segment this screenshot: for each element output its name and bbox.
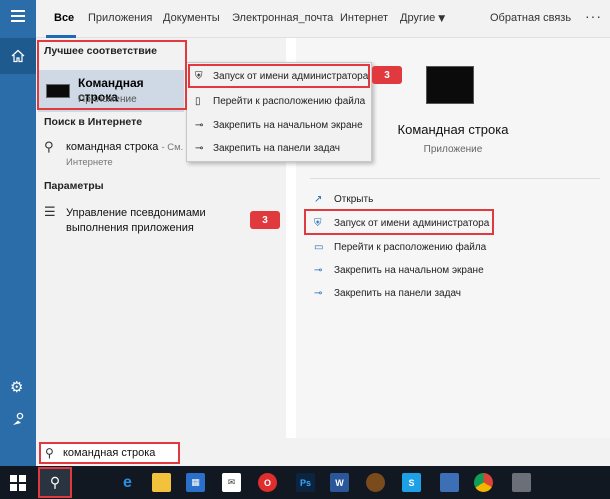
ctx-open-file-location-label: Перейти к расположению файла (213, 96, 366, 107)
pin-taskbar-icon: ⊸ (195, 143, 204, 154)
search-bar: ⚲ командная строка (36, 438, 610, 466)
start-rail: ⚙ (0, 0, 36, 466)
more-options-icon[interactable]: ··· (585, 8, 602, 24)
search-icon: ⚲ (44, 140, 54, 155)
action-pin-start-label: Закрепить на начальном экране (334, 265, 484, 276)
skype-icon[interactable]: S (402, 473, 421, 492)
app-icon-3[interactable] (512, 473, 531, 492)
search-icon: ⚲ (45, 446, 54, 460)
action-open-file-location[interactable]: ▭ Перейти к расположению файла (314, 242, 486, 253)
action-open[interactable]: ↗ Открыть (314, 194, 373, 205)
word-icon[interactable]: W (330, 473, 349, 492)
ctx-pin-start-label: Закрепить на начальном экране (213, 120, 363, 131)
tab-apps[interactable]: Приложения (88, 12, 152, 24)
tab-email[interactable]: Электронная_почта (232, 12, 333, 24)
action-pin-taskbar-label: Закрепить на панели задач (334, 288, 461, 299)
ctx-pin-start[interactable]: ⊸ Закрепить на начальном экране (195, 120, 363, 131)
pin-taskbar-icon: ⊸ (314, 288, 323, 299)
action-pin-taskbar[interactable]: ⊸ Закрепить на панели задач (314, 288, 461, 299)
tab-internet[interactable]: Интернет (340, 12, 388, 24)
ctx-open-file-location[interactable]: ▯ Перейти к расположению файла (195, 96, 365, 107)
search-filter-tabs: Все Приложения Документы Электронная_поч… (36, 0, 610, 38)
divider (310, 178, 600, 179)
gear-icon[interactable]: ⚙ (10, 378, 23, 396)
user-icon[interactable] (11, 412, 25, 430)
settings-list-icon: ☰ (44, 205, 56, 220)
edge-icon[interactable]: e (118, 473, 137, 492)
ctx-pin-taskbar[interactable]: ⊸ Закрепить на панели задач (195, 143, 340, 154)
mail-icon[interactable]: ✉ (222, 473, 241, 492)
app-icon[interactable] (366, 473, 385, 492)
chevron-down-icon: ▼ (438, 14, 446, 24)
hamburger-menu-icon[interactable] (11, 10, 25, 25)
store-icon[interactable]: ▦ (186, 473, 205, 492)
search-input[interactable]: ⚲ командная строка (39, 442, 180, 464)
file-location-icon: ▭ (314, 242, 324, 253)
web-search-header: Поиск в Интернете (44, 116, 143, 128)
tab-documents[interactable]: Документы (163, 12, 220, 24)
tab-others[interactable]: Другие ▼ (400, 12, 445, 24)
taskbar: ⚲ e ▦ ✉ O Ps W S (0, 466, 610, 499)
feedback-link[interactable]: Обратная связь (490, 12, 571, 24)
highlight-detail-run-as-admin (304, 209, 494, 235)
action-open-label: Открыть (334, 194, 374, 205)
settings-header: Параметры (44, 180, 104, 192)
file-location-icon: ▯ (195, 96, 201, 107)
search-input-value: командная строка (63, 447, 156, 459)
file-explorer-icon[interactable] (152, 473, 171, 492)
app-icon-2[interactable] (440, 473, 459, 492)
taskbar-search-icon[interactable]: ⚲ (38, 467, 72, 498)
open-icon: ↗ (314, 194, 323, 205)
pin-icon: ⊸ (195, 120, 204, 131)
highlight-best-match (37, 40, 187, 110)
callout-3-detail: 3 (250, 211, 280, 229)
tab-others-label: Другие (400, 12, 436, 24)
ctx-pin-taskbar-label: Закрепить на панели задач (213, 143, 340, 154)
action-open-file-location-label: Перейти к расположению файла (334, 242, 487, 253)
windows-start-icon[interactable] (10, 475, 26, 491)
callout-3-context: 3 (372, 66, 402, 84)
command-prompt-large-icon (426, 66, 474, 104)
home-icon[interactable] (0, 38, 36, 74)
settings-item-label: Управление псевдонимами выполнения прило… (66, 207, 206, 234)
action-pin-start[interactable]: ⊸ Закрепить на начальном экране (314, 265, 484, 276)
pin-icon: ⊸ (314, 265, 323, 276)
opera-icon[interactable]: O (258, 473, 277, 492)
highlight-ctx-run-as-admin (188, 64, 370, 88)
web-query-text: командная строка (66, 141, 159, 153)
chrome-icon[interactable] (474, 473, 493, 492)
tab-all[interactable]: Все (54, 12, 74, 24)
photoshop-icon[interactable]: Ps (296, 473, 315, 492)
web-hint-text-2: Интернете (66, 157, 113, 168)
